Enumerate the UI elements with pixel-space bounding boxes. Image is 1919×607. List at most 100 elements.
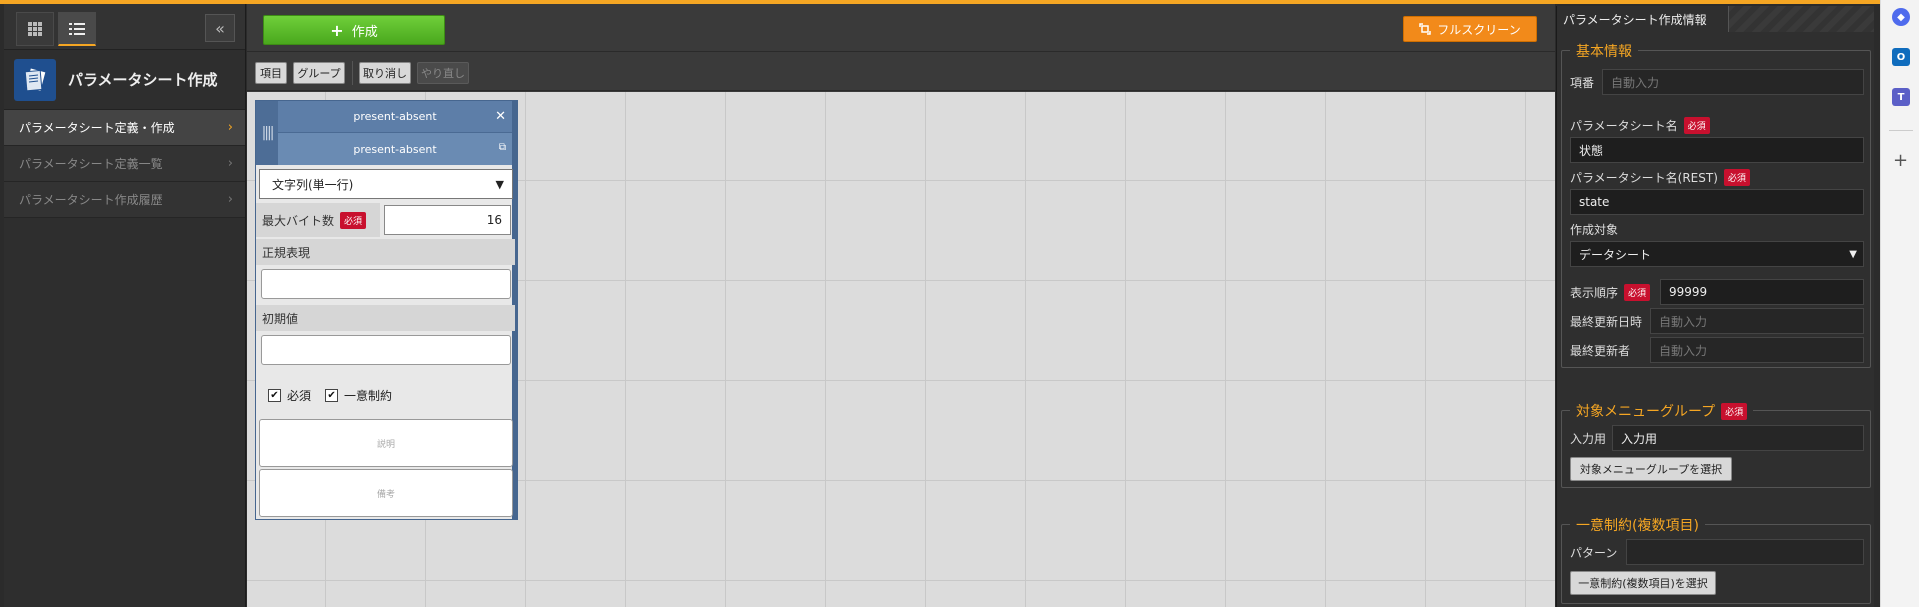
target-label: 作成対象 <box>1570 222 1619 237</box>
grid-icon <box>28 22 42 36</box>
sidebar-item-definition-create[interactable]: パラメータシート定義・作成 › <box>4 110 245 146</box>
sheet-name-label-row: パラメータシート名 必須 <box>1570 115 1710 135</box>
editor-canvas[interactable]: |||| present-absent present-absent ✕ ⧉ 文… <box>247 92 1555 607</box>
number-label: 項番 <box>1570 75 1595 90</box>
unique-checkbox[interactable]: ✔ <box>325 389 339 402</box>
sheet-rest-input[interactable]: state <box>1570 189 1864 215</box>
sidebar-title: パラメータシート作成 <box>68 71 218 89</box>
app-sidebar-divider <box>1889 130 1913 131</box>
main-area: + 作成 フルスクリーン 項目 グループ 取り消し やり直し |||| pres… <box>247 4 1555 607</box>
unique-constraint-section: 一意制約(複数項目) パターン 一意制約(複数項目)を選択 <box>1561 515 1871 604</box>
close-icon[interactable]: ✕ <box>495 109 506 124</box>
item-type-select[interactable]: 文字列(単一行) ▼ <box>259 169 513 199</box>
updated-by-input[interactable]: 自動入力 <box>1650 337 1864 363</box>
grid-view-tab[interactable] <box>16 12 54 46</box>
unique-constraint-legend: 一意制約(複数項目) <box>1570 515 1705 535</box>
unique-constraint-title: 一意制約(複数項目) <box>1576 518 1699 534</box>
default-value-label: 初期値 <box>262 311 299 326</box>
double-chevron-left-icon: « <box>215 18 225 38</box>
item-card-header: |||| present-absent present-absent ✕ ⧉ <box>256 101 512 165</box>
create-button-label: 作成 <box>351 24 378 40</box>
sheet-rest-label: パラメータシート名(REST) <box>1570 170 1718 185</box>
description-textarea[interactable]: 説明 <box>259 419 513 467</box>
chevron-right-icon: › <box>227 120 233 135</box>
unique-checkbox-label: 一意制約 <box>344 389 393 403</box>
item-name-text: present-absent <box>353 110 437 123</box>
main-header: + 作成 フルスクリーン <box>247 4 1555 52</box>
outlook-icon[interactable]: O <box>1892 48 1910 66</box>
required-checkbox-label: 必須 <box>287 389 312 403</box>
chevron-right-icon: › <box>227 156 233 171</box>
order-input[interactable]: 99999 <box>1660 279 1864 305</box>
sidebar-item-definition-list[interactable]: パラメータシート定義一覧 › <box>4 146 245 182</box>
item-type-value: 文字列(単一行) <box>272 177 354 192</box>
max-bytes-label-cell: 最大バイト数 必須 <box>256 203 380 237</box>
app-root: « パラメータシート作成 パラメータシート定義・作成 › パラメータシート定義一… <box>0 0 1919 607</box>
add-app-icon[interactable]: + <box>1893 150 1908 171</box>
copy-icon[interactable]: ⧉ <box>499 142 506 153</box>
default-value-input[interactable] <box>261 335 511 365</box>
max-bytes-label: 最大バイト数 <box>262 213 335 228</box>
target-select[interactable]: データシート ▼ <box>1570 241 1864 267</box>
drag-handle-icon[interactable]: |||| <box>256 101 278 165</box>
right-panel-tabbar: パラメータシート作成情報 <box>1557 6 1874 32</box>
default-value-label-cell: 初期値 <box>256 305 515 331</box>
description-placeholder: 説明 <box>376 439 395 450</box>
required-badge: 必須 <box>1723 168 1750 186</box>
sidebar: « パラメータシート作成 パラメータシート定義・作成 › パラメータシート定義一… <box>4 4 246 607</box>
undo-button[interactable]: 取り消し <box>359 62 411 84</box>
select-menu-group-button[interactable]: 対象メニューグループを選択 <box>1570 457 1732 481</box>
add-item-button[interactable]: 項目 <box>255 62 287 84</box>
input-group-value[interactable]: 入力用 <box>1612 425 1864 451</box>
chevron-down-icon: ▼ <box>495 178 504 191</box>
add-group-button[interactable]: グループ <box>293 62 345 84</box>
updated-at-label: 最終更新日時 <box>1570 314 1643 329</box>
item-name[interactable]: present-absent <box>278 101 512 133</box>
teams-icon[interactable]: T <box>1892 88 1910 106</box>
item-card[interactable]: |||| present-absent present-absent ✕ ⧉ 文… <box>255 100 518 520</box>
required-badge: 必須 <box>340 211 367 229</box>
chevron-right-icon: › <box>227 192 233 207</box>
updated-at-input[interactable]: 自動入力 <box>1650 308 1864 334</box>
fullscreen-icon <box>1419 23 1432 35</box>
pattern-label: パターン <box>1570 545 1618 560</box>
order-label: 表示順序 <box>1570 285 1619 300</box>
sheet-name-input[interactable]: 状態 <box>1570 137 1864 163</box>
remarks-textarea[interactable]: 備考 <box>259 469 513 517</box>
redo-button[interactable]: やり直し <box>417 62 469 84</box>
sidebar-item-label: パラメータシート定義一覧 <box>19 157 163 171</box>
required-badge: 必須 <box>1624 283 1651 301</box>
regex-input[interactable] <box>261 269 511 299</box>
select-unique-constraint-button[interactable]: 一意制約(複数項目)を選択 <box>1570 571 1716 595</box>
regex-label: 正規表現 <box>262 245 311 260</box>
item-name-rest-text: present-absent <box>353 142 437 156</box>
constraint-checkboxes: ✔ 必須 ✔ 一意制約 <box>268 387 392 404</box>
editor-toolbar: 項目 グループ 取り消し やり直し <box>247 53 1555 91</box>
create-button[interactable]: + 作成 <box>263 15 445 45</box>
fullscreen-button-label: フルスクリーン <box>1437 22 1521 37</box>
required-checkbox[interactable]: ✔ <box>268 389 281 402</box>
item-name-rest[interactable]: present-absent <box>278 133 512 165</box>
regex-label-cell: 正規表現 <box>256 239 515 265</box>
menu-group-title: 対象メニューグループ <box>1576 404 1716 420</box>
order-label-row: 表示順序 必須 <box>1570 279 1651 305</box>
app-sidebar: ◆ O T + <box>1880 0 1919 607</box>
target-value: データシート <box>1579 247 1652 262</box>
fullscreen-button[interactable]: フルスクリーン <box>1403 16 1537 42</box>
pattern-input[interactable] <box>1626 539 1864 565</box>
list-icon <box>69 22 85 35</box>
plus-icon: + <box>330 20 344 40</box>
max-bytes-input[interactable]: 16 <box>384 205 511 235</box>
parameter-sheet-logo-icon <box>14 58 56 101</box>
toolbar-divider <box>352 61 353 85</box>
copilot-icon[interactable]: ◆ <box>1892 8 1910 26</box>
input-group-label: 入力用 <box>1570 431 1607 446</box>
collapse-sidebar-button[interactable]: « <box>205 14 235 42</box>
updated-by-label: 最終更新者 <box>1570 343 1631 358</box>
sidebar-item-label: パラメータシート作成履歴 <box>19 193 163 207</box>
list-view-tab[interactable] <box>58 12 96 46</box>
number-input[interactable]: 自動入力 <box>1602 69 1864 95</box>
sidebar-item-creation-history[interactable]: パラメータシート作成履歴 › <box>4 182 245 218</box>
tab-parameter-sheet-info[interactable]: パラメータシート作成情報 <box>1557 6 1729 32</box>
remarks-placeholder: 備考 <box>376 489 395 500</box>
